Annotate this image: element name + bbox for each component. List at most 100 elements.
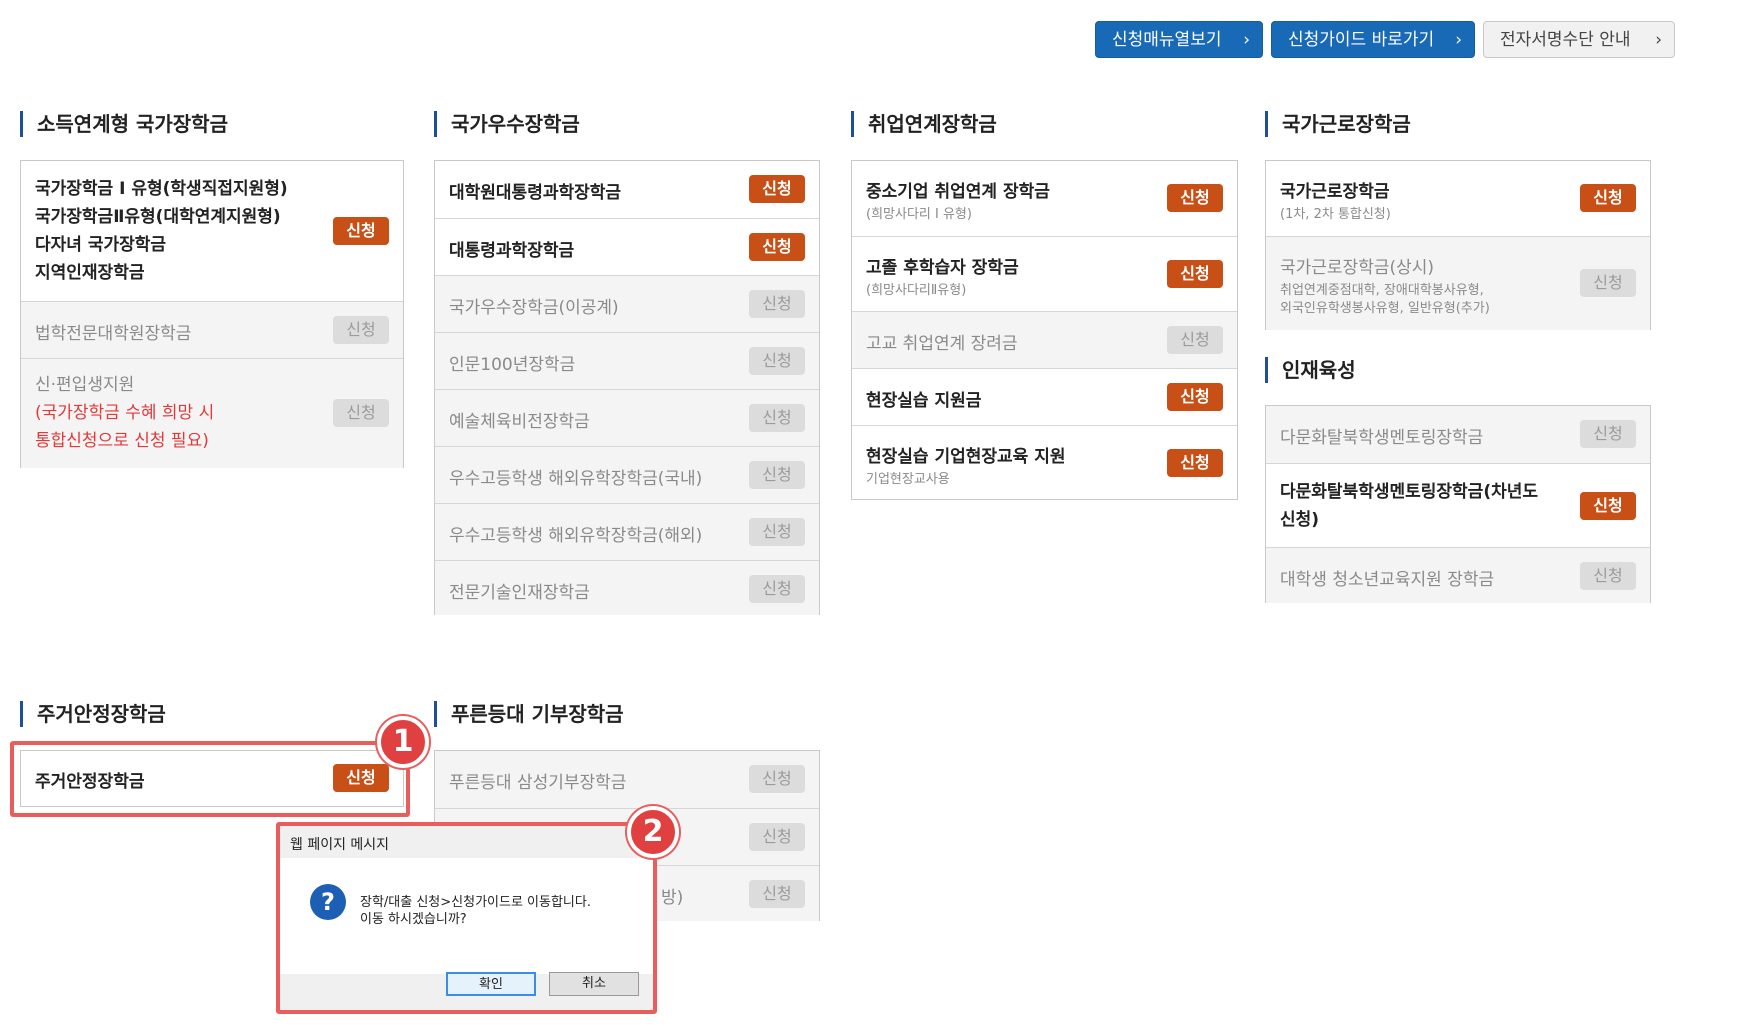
item-label: 국가장학금Ⅱ유형(대학연계지원형) [35,207,281,227]
apply-button[interactable]: 신청 [749,233,805,261]
esign-guide-label: 전자서명수단 안내 [1500,30,1631,50]
step-2-badge: 2 [627,806,679,858]
list-item: 우수고등학생 해외유학장학금(해외) 신청 [435,503,819,560]
list-item: 국가우수장학금(이공계) 신청 [435,275,819,332]
item-label: 푸른등대 삼성기부장학금 [449,773,627,793]
apply-button[interactable]: 신청 [1580,420,1636,448]
item-label: 다자녀 국가장학금 [35,235,167,255]
talent-box: 다문화탈북학생멘토링장학금 신청 다문화탈북학생멘토링장학금(차년도 신청) 신… [1265,405,1651,603]
notice-text: 통합신청으로 신청 필요) [35,431,209,451]
item-label: 지역인재장학금 [35,263,145,283]
section-title-talent: 인재육성 [1265,357,1356,383]
apply-button[interactable]: 신청 [749,461,805,489]
apply-button[interactable]: 신청 [333,217,389,245]
item-label: 국가장학금 I 유형(학생직접지원형) [35,179,288,199]
item-sublabel: 취업연계중점대학, 장애대학봉사유형, [1280,283,1484,298]
income-box: 국가장학금 I 유형(학생직접지원형) 국가장학금Ⅱ유형(대학연계지원형) 다자… [20,160,404,468]
list-item: 다문화탈북학생멘토링장학금 신청 [1266,406,1650,463]
section-title-work: 국가근로장학금 [1265,111,1411,137]
item-label: 현장실습 기업현장교육 지원 [866,447,1066,467]
list-item: 대통령과학장학금 신청 [435,218,819,275]
apply-button[interactable]: 신청 [749,290,805,318]
list-item: 전문기술인재장학금 신청 [435,560,819,615]
list-item: 중소기업 취업연계 장학금 (희망사다리 I 유형) 신청 [852,161,1237,236]
highlight-box-step1 [10,741,410,817]
apply-button[interactable]: 신청 [749,175,805,203]
list-item: 현장실습 지원금 신청 [852,368,1237,425]
list-item: 다문화탈북학생멘토링장학금(차년도 신청) 신청 [1266,463,1650,547]
item-label: 고졸 후학습자 장학금 [866,258,1019,278]
item-label: 우수고등학생 해외유학장학금(국내) [449,469,703,489]
esign-guide-button[interactable]: 전자서명수단 안내 › [1483,21,1675,58]
section-title-housing: 주거안정장학금 [20,701,166,727]
item-sublabel: (1차, 2차 통합신청) [1280,207,1391,222]
chevron-right-icon: › [1455,30,1462,50]
item-label: 신청) [1280,510,1320,530]
item-label: 대학원대통령과학장학금 [449,183,622,203]
apply-button[interactable]: 신청 [749,880,805,908]
apply-button[interactable]: 신청 [1167,449,1223,477]
section-title-income: 소득연계형 국가장학금 [20,111,228,137]
item-label: 대학생 청소년교육지원 장학금 [1280,570,1495,590]
item-label: 국가근로장학금 [1280,182,1390,202]
list-item: 대학생 청소년교육지원 장학금 신청 [1266,547,1650,603]
item-label: 예술체육비전장학금 [449,412,590,432]
apply-button[interactable]: 신청 [1167,326,1223,354]
item-label: 법학전문대학원장학금 [35,324,192,344]
chevron-right-icon: › [1243,30,1250,50]
list-item: 대학원대통령과학장학금 신청 [435,161,819,218]
national-scholarship-list: 국가장학금 I 유형(학생직접지원형) 국가장학금Ⅱ유형(대학연계지원형) 다자… [35,175,288,287]
chevron-right-icon: › [1655,30,1662,50]
work-box: 국가근로장학금 (1차, 2차 통합신청) 신청 국가근로장학금(상시) 취업연… [1265,160,1651,330]
apply-button[interactable]: 신청 [1580,184,1636,212]
apply-button[interactable]: 신청 [749,347,805,375]
item-label: 다문화탈북학생멘토링장학금 [1280,428,1484,448]
list-item: 국가근로장학금(상시) 취업연계중점대학, 장애대학봉사유형, 외국인유학생봉사… [1266,236,1650,330]
item-sublabel: 기업현장교사용 [866,472,950,487]
section-title-employment: 취업연계장학금 [851,111,997,137]
list-item: 고졸 후학습자 장학금 (희망사다리Ⅱ유형) 신청 [852,236,1237,311]
apply-button[interactable]: 신청 [1167,383,1223,411]
item-label: 국가근로장학금(상시) [1280,258,1435,278]
apply-button[interactable]: 신청 [749,765,805,793]
list-item: 고교 취업연계 장려금 신청 [852,311,1237,368]
item-sublabel: (희망사다리Ⅱ유형) [866,283,967,298]
item-label: 방) [661,888,684,908]
step-1-badge: 1 [377,716,429,768]
list-item: 인문100년장학금 신청 [435,332,819,389]
apply-button[interactable]: 신청 [1167,260,1223,288]
apply-button[interactable]: 신청 [749,404,805,432]
apply-button[interactable]: 신청 [749,518,805,546]
apply-menu-button[interactable]: 신청매뉴열보기 › [1095,21,1263,58]
list-item: 신·편입생지원 (국가장학금 수혜 희망 시 통합신청으로 신청 필요) 신청 [21,358,403,468]
apply-button[interactable]: 신청 [749,575,805,603]
item-label: 고교 취업연계 장려금 [866,334,1018,354]
apply-button[interactable]: 신청 [1580,269,1636,297]
apply-button[interactable]: 신청 [1167,184,1223,212]
apply-button[interactable]: 신청 [333,316,389,344]
list-item: 현장실습 기업현장교육 지원 기업현장교사용 신청 [852,425,1237,500]
apply-button[interactable]: 신청 [333,399,389,427]
list-item: 국가근로장학금 (1차, 2차 통합신청) 신청 [1266,161,1650,236]
item-label: 현장실습 지원금 [866,391,982,411]
list-item: 국가장학금 I 유형(학생직접지원형) 국가장학금Ⅱ유형(대학연계지원형) 다자… [21,161,403,301]
list-item: 푸른등대 삼성기부장학금 신청 [435,751,819,808]
apply-guide-label: 신청가이드 바로가기 [1288,30,1435,50]
item-label: 대통령과학장학금 [449,241,575,261]
list-item: 법학전문대학원장학금 신청 [21,301,403,358]
apply-guide-button[interactable]: 신청가이드 바로가기 › [1271,21,1475,58]
apply-button[interactable]: 신청 [749,823,805,851]
item-label: 우수고등학생 해외유학장학금(해외) [449,526,703,546]
item-label: 인문100년장학금 [449,355,576,375]
list-item: 예술체육비전장학금 신청 [435,389,819,446]
apply-button[interactable]: 신청 [1580,562,1636,590]
merit-box: 대학원대통령과학장학금 신청 대통령과학장학금 신청 국가우수장학금(이공계) … [434,160,820,615]
item-label: 신·편입생지원 [35,375,135,395]
apply-menu-label: 신청매뉴열보기 [1112,30,1222,50]
section-title-merit: 국가우수장학금 [434,111,580,137]
employment-box: 중소기업 취업연계 장학금 (희망사다리 I 유형) 신청 고졸 후학습자 장학… [851,160,1238,500]
mentoring-next-year-item: 다문화탈북학생멘토링장학금(차년도 신청) [1280,478,1538,534]
item-label: 국가우수장학금(이공계) [449,298,619,318]
item-label: 다문화탈북학생멘토링장학금(차년도 [1280,482,1539,502]
apply-button[interactable]: 신청 [1580,492,1636,520]
